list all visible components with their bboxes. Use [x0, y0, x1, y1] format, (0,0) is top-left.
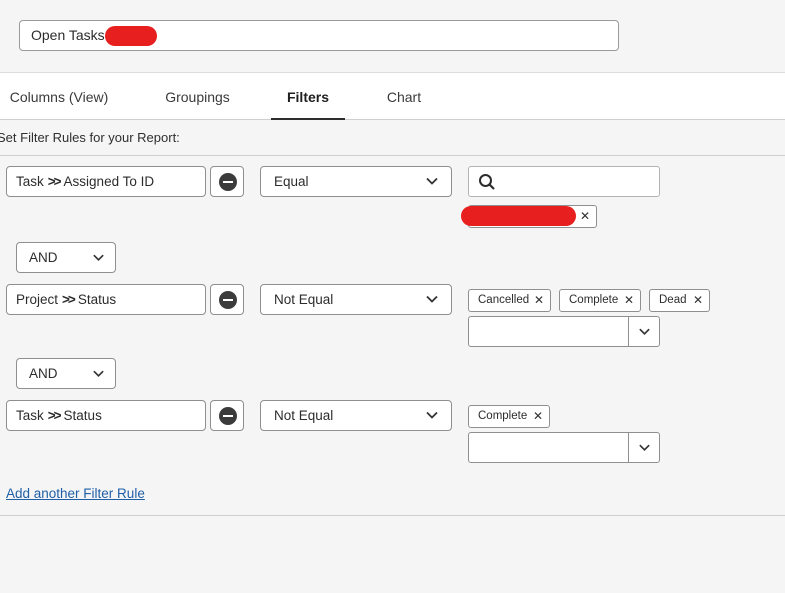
minus-circle-icon [219, 407, 237, 425]
chevron-down-icon [93, 254, 104, 262]
footer-divider [0, 515, 785, 516]
connector-2-value: AND [29, 366, 58, 381]
rule-3-operator-value: Not Equal [274, 408, 334, 423]
chevron-down-icon [426, 295, 438, 303]
search-icon [479, 174, 495, 190]
rule-2-operator-value: Not Equal [274, 292, 334, 307]
chevron-down-icon[interactable] [638, 441, 651, 454]
close-icon[interactable]: ✕ [580, 206, 590, 227]
rule-1-field-selector[interactable]: Task >> Assigned To ID [6, 166, 206, 197]
tag-label: Cancelled [478, 294, 530, 306]
rule-1-operator-value: Equal [274, 174, 309, 189]
redacted-text [105, 26, 157, 46]
rule-2-value-tag[interactable]: Complete ✕ [559, 289, 641, 312]
section-title: Set Filter Rules for your Report: [0, 130, 180, 145]
double-chevron-right-icon: >> [62, 292, 76, 307]
rule-1-field-name: Assigned To ID [63, 174, 155, 189]
rule-1-operator-dropdown[interactable]: Equal [260, 166, 452, 197]
rule-3-value-tag[interactable]: Complete ✕ [468, 405, 550, 428]
connector-1-dropdown[interactable]: AND [16, 242, 116, 273]
chevron-down-icon[interactable] [638, 325, 651, 338]
rule-3-field-selector[interactable]: Task >> Status [6, 400, 206, 431]
tab-columns-view[interactable]: Columns (View) [8, 73, 110, 121]
rule-2-value-tag[interactable]: Dead ✕ [649, 289, 710, 312]
redacted-text [461, 206, 576, 226]
rule-3-field-object: Task [16, 408, 44, 423]
close-icon[interactable]: ✕ [533, 406, 543, 427]
chevron-down-icon [426, 411, 438, 419]
tab-filters[interactable]: Filters [271, 73, 345, 121]
active-tab-indicator [271, 118, 345, 120]
tag-label: Dead [659, 294, 687, 306]
combobox-divider [628, 433, 629, 462]
tag-label: Complete [478, 410, 528, 422]
rule-1-field-object: Task [16, 174, 44, 189]
rule-2-field-selector[interactable]: Project >> Status [6, 284, 206, 315]
close-icon[interactable]: ✕ [534, 290, 544, 311]
rule-1-remove-button[interactable] [210, 166, 244, 197]
tab-bar: Columns (View) Groupings Filters Chart [0, 72, 785, 120]
connector-2-dropdown[interactable]: AND [16, 358, 116, 389]
rule-3-value-combobox[interactable] [468, 432, 660, 463]
double-chevron-right-icon: >> [47, 408, 62, 423]
rule-2-field-name: Status [77, 292, 117, 307]
rule-3-field-name: Status [63, 408, 102, 423]
rule-1-value-tag[interactable]: ✕ [461, 205, 597, 228]
section-divider [0, 155, 785, 156]
rule-2-value-combobox[interactable] [468, 316, 660, 347]
rule-3-operator-dropdown[interactable]: Not Equal [260, 400, 452, 431]
close-icon[interactable]: ✕ [624, 290, 634, 311]
rule-2-operator-dropdown[interactable]: Not Equal [260, 284, 452, 315]
tab-chart[interactable]: Chart [380, 73, 428, 121]
chevron-down-icon [426, 177, 438, 185]
minus-circle-icon [219, 291, 237, 309]
report-name-text: Open Tasks - [31, 27, 114, 43]
tag-label: Complete [569, 294, 619, 306]
rule-2-field-object: Project [16, 292, 59, 307]
combobox-divider [628, 317, 629, 346]
tab-groupings[interactable]: Groupings [160, 73, 235, 121]
chevron-down-icon [93, 370, 104, 378]
rule-1-value-search-input[interactable] [468, 166, 660, 197]
rule-2-value-tag[interactable]: Cancelled ✕ [468, 289, 551, 312]
rule-3-remove-button[interactable] [210, 400, 244, 431]
double-chevron-right-icon: >> [47, 174, 62, 189]
minus-circle-icon [219, 173, 237, 191]
report-name-field[interactable]: Open Tasks - [19, 20, 619, 51]
rule-2-remove-button[interactable] [210, 284, 244, 315]
add-filter-rule-link[interactable]: Add another Filter Rule [6, 486, 145, 501]
connector-1-value: AND [29, 250, 58, 265]
close-icon[interactable]: ✕ [693, 290, 703, 311]
